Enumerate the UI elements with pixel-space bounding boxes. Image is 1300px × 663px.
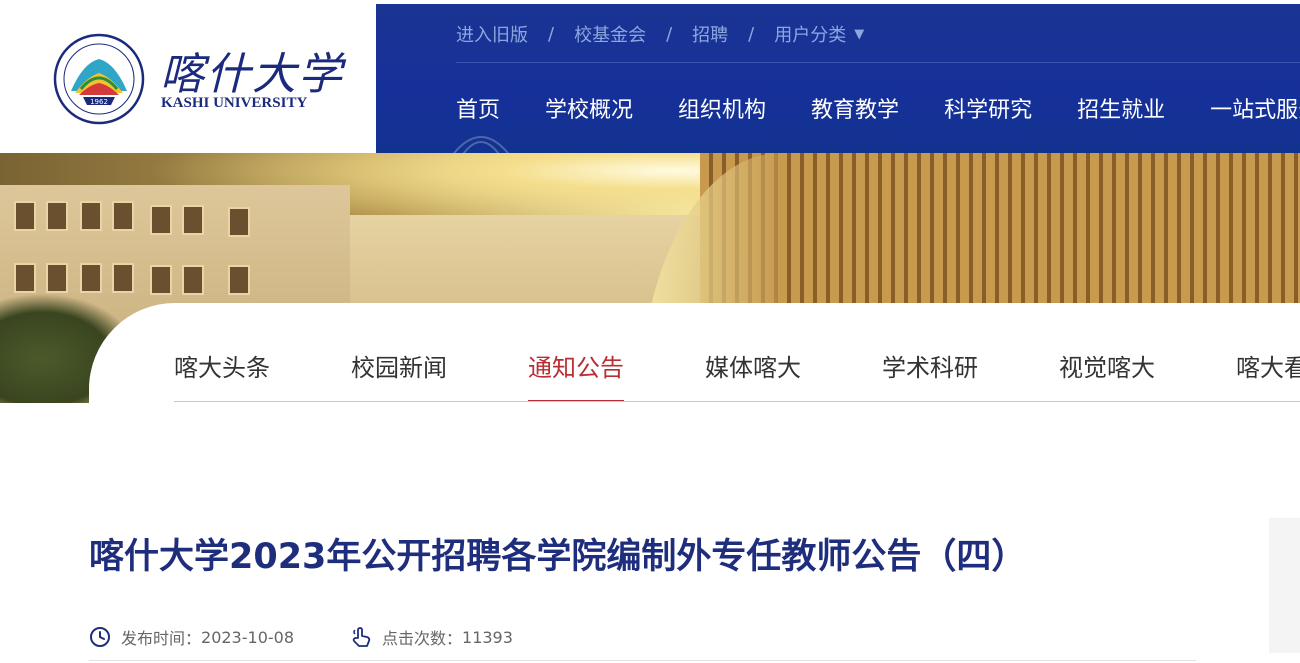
sub-nav-notices[interactable]: 通知公告 xyxy=(528,348,624,402)
top-link-old-version[interactable]: 进入旧版 xyxy=(456,21,528,47)
main-nav-research[interactable]: 科学研究 xyxy=(944,92,1032,124)
pointer-hand-icon xyxy=(352,627,371,647)
main-nav-overview[interactable]: 学校概况 xyxy=(545,92,633,124)
view-count-info: 点击次数： 11393 xyxy=(350,625,513,649)
meta-divider xyxy=(89,660,1196,661)
sub-nav-highlights[interactable]: 喀大看点 xyxy=(1236,348,1300,402)
views-label: 点击次数： xyxy=(382,629,463,648)
publish-info: 发布时间： 2023-10-08 xyxy=(89,625,294,649)
main-nav-education[interactable]: 教育教学 xyxy=(811,92,899,124)
views-count: 11393 xyxy=(462,627,513,647)
university-seal-logo: 1962 xyxy=(53,33,145,125)
logo-area[interactable]: 1962 喀什大学 KASHI UNIVERSITY xyxy=(0,0,376,153)
main-nav-admissions[interactable]: 招生就业 xyxy=(1077,92,1165,124)
page: 1962 喀什大学 KASHI UNIVERSITY 进入旧版 / 校基金会 /… xyxy=(0,0,1300,663)
caret-down-icon[interactable]: ▼ xyxy=(854,27,864,42)
publish-label: 发布时间： xyxy=(121,629,202,648)
university-en-name: KASHI UNIVERSITY xyxy=(161,95,308,111)
main-nav-one-stop-service[interactable]: 一站式服务 xyxy=(1210,92,1300,124)
sub-nav-headlines[interactable]: 喀大头条 xyxy=(174,348,270,402)
publish-date: 2023-10-08 xyxy=(201,627,294,647)
top-link-separator: / xyxy=(666,23,673,45)
article-meta: 发布时间： 2023-10-08 点击次数： 11393 xyxy=(89,625,569,649)
seal-year: 1962 xyxy=(90,98,108,106)
university-cn-name: 喀什大学 xyxy=(160,49,344,100)
subnav-divider xyxy=(174,401,1300,402)
sub-nav: 喀大头条 校园新闻 通知公告 媒体喀大 学术科研 视觉喀大 喀大看点 xyxy=(174,348,1300,402)
clock-icon xyxy=(90,627,110,647)
side-panel xyxy=(1269,518,1300,653)
top-link-recruitment[interactable]: 招聘 xyxy=(692,21,728,47)
header-bar: 进入旧版 / 校基金会 / 招聘 / 用户分类 ▼ 首页 学校概况 组织机构 教… xyxy=(376,4,1300,153)
sub-nav-campus-news[interactable]: 校园新闻 xyxy=(351,348,447,402)
header-divider xyxy=(456,62,1300,63)
top-link-separator: / xyxy=(748,23,755,45)
main-nav-organization[interactable]: 组织机构 xyxy=(678,92,766,124)
sub-nav-academic-research[interactable]: 学术科研 xyxy=(882,348,978,402)
sub-nav-visual[interactable]: 视觉喀大 xyxy=(1059,348,1155,402)
main-nav-home[interactable]: 首页 xyxy=(456,92,500,124)
article-title: 喀什大学2023年公开招聘各学院编制外专任教师公告（四） xyxy=(89,537,1027,577)
top-link-separator: / xyxy=(548,23,555,45)
sub-nav-media[interactable]: 媒体喀大 xyxy=(705,348,801,402)
top-links: 进入旧版 / 校基金会 / 招聘 / 用户分类 ▼ xyxy=(456,21,864,47)
ornament-pattern-icon xyxy=(453,136,509,153)
main-nav: 首页 学校概况 组织机构 教育教学 科学研究 招生就业 一站式服务 xyxy=(456,92,1300,124)
top-link-foundation[interactable]: 校基金会 xyxy=(574,21,646,47)
top-link-user-category[interactable]: 用户分类 xyxy=(774,21,846,47)
